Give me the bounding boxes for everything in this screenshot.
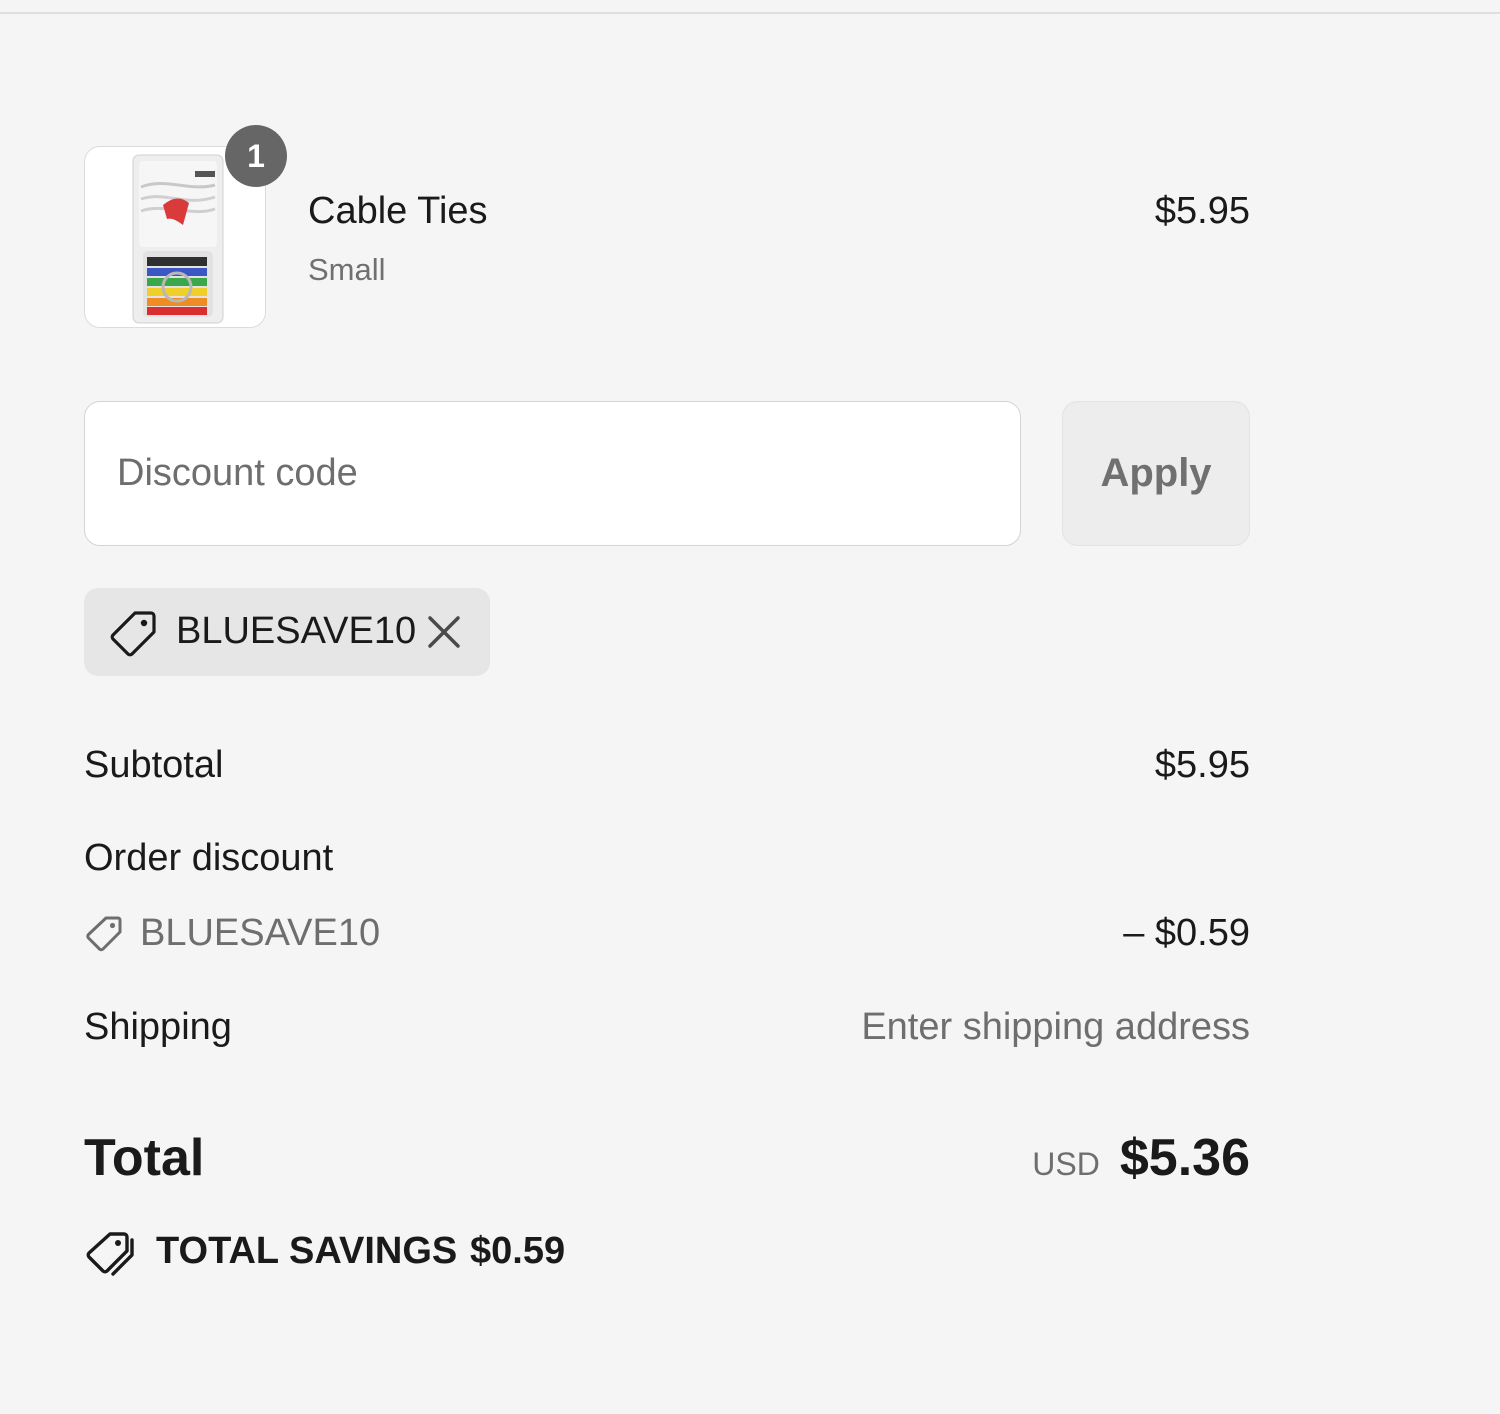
apply-button[interactable]: Apply [1062,401,1250,546]
applied-discount-code: BLUESAVE10 [176,610,417,652]
product-price: $5.95 [1154,190,1250,232]
discount-code-input[interactable] [84,401,1021,546]
tag-icon [110,611,156,657]
shipping-label: Shipping [84,1006,232,1048]
quantity-badge: 1 [225,125,287,187]
order-discount-label: Order discount [84,837,334,879]
product-name: Cable Ties [308,190,488,232]
order-discount-code: BLUESAVE10 [140,912,381,954]
total-savings-label: TOTAL SAVINGS [156,1230,458,1272]
tags-icon [86,1232,134,1276]
total-amount: $5.36 [1119,1129,1250,1187]
order-discount-value: – $0.59 [1123,912,1250,954]
order-summary: 1 Cable Ties Small $5.95 Apply BLUESAVE1… [84,0,1250,1414]
subtotal-value: $5.95 [1154,744,1250,786]
tag-icon [86,916,122,952]
total-value-group: USD $5.36 [1032,1128,1250,1188]
product-variant: Small [308,252,386,287]
subtotal-label: Subtotal [84,744,224,786]
applied-discount-chip: BLUESAVE10 [84,588,490,676]
total-label: Total [84,1129,205,1187]
line-item: 1 Cable Ties Small $5.95 [84,125,1250,330]
shipping-value: Enter shipping address [861,1006,1250,1048]
total-currency: USD [1032,1146,1100,1182]
total-savings-value: $0.59 [470,1230,566,1272]
close-icon[interactable] [424,612,464,652]
